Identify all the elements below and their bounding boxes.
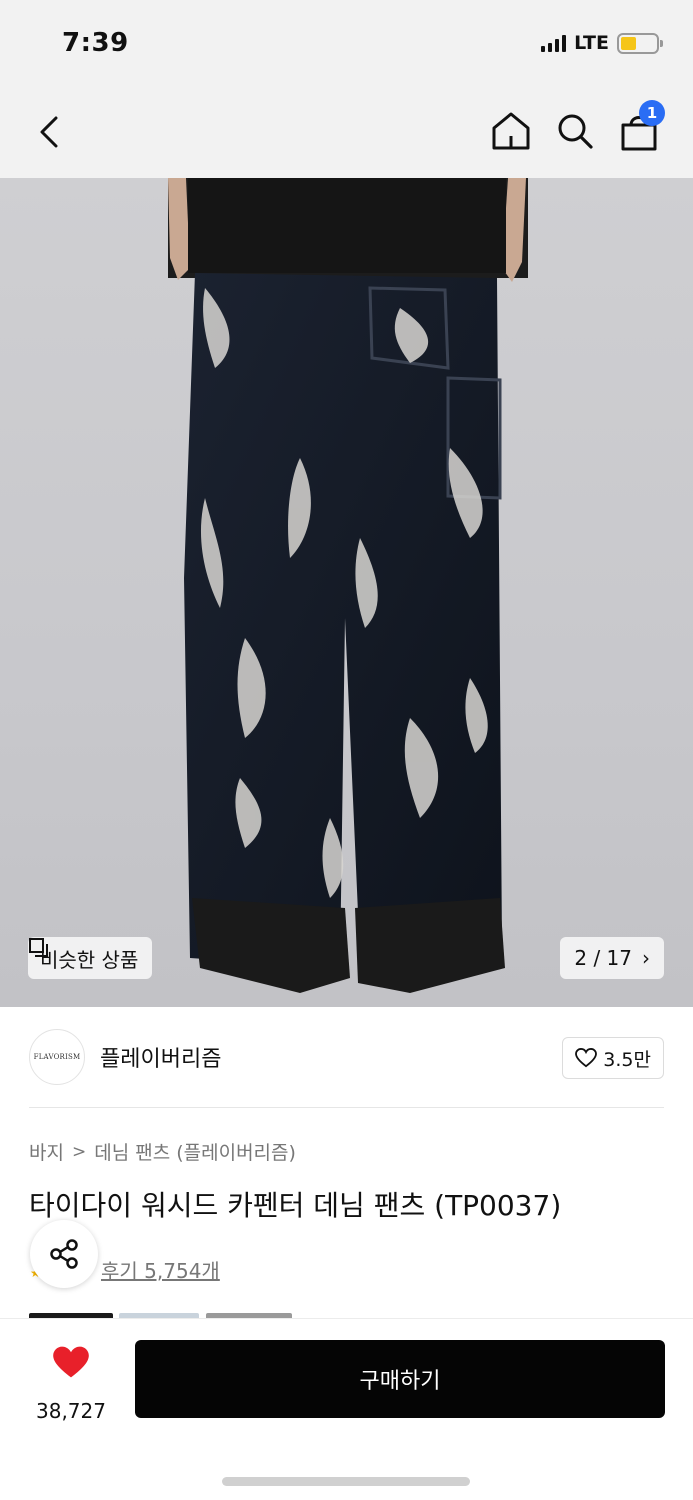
product-title: 타이다이 워시드 카펜터 데님 팬츠 (TP0037) — [29, 1189, 562, 1222]
similar-products-label: 비슷한 상품 — [40, 947, 139, 972]
brand-like-button[interactable]: 3.5만 — [562, 1037, 664, 1079]
divider — [29, 1107, 664, 1108]
breadcrumb-subcategory[interactable]: 데님 팬츠 (플레이버리즘) — [94, 1138, 296, 1165]
brand-logo[interactable]: FLAVORISM — [29, 1029, 85, 1085]
buy-button[interactable]: 구매하기 — [135, 1340, 665, 1418]
share-button[interactable] — [30, 1220, 98, 1288]
home-indicator — [222, 1477, 470, 1486]
similar-products-button[interactable]: 비슷한 상품 — [28, 937, 153, 979]
status-time: 7:39 — [62, 28, 129, 58]
review-link[interactable]: 후기 5,754개 — [101, 1255, 220, 1284]
brand-logo-text: FLAVORISM — [33, 1053, 81, 1061]
breadcrumb-separator-icon: > — [71, 1141, 87, 1162]
heart-outline-icon — [575, 1048, 598, 1068]
home-button[interactable] — [489, 108, 533, 154]
wishlist-count: 38,727 — [36, 1399, 106, 1423]
status-bar: 7:39 LTE — [0, 0, 693, 92]
search-button[interactable] — [553, 108, 597, 154]
heart-filled-icon — [53, 1346, 89, 1378]
chevron-right-icon: › — [642, 946, 650, 970]
battery-icon — [617, 32, 663, 54]
breadcrumb-category[interactable]: 바지 — [29, 1138, 64, 1165]
home-icon — [492, 112, 530, 150]
image-counter-button[interactable]: 2 / 17 › — [560, 937, 664, 979]
wishlist-button[interactable]: 38,727 — [34, 1343, 108, 1433]
buy-button-label: 구매하기 — [359, 1369, 441, 1394]
breadcrumb: 바지 > 데님 팬츠 (플레이버리즘) — [29, 1138, 296, 1165]
brand-name[interactable]: 플레이버리즘 — [100, 1041, 221, 1073]
copy-icon — [29, 938, 48, 957]
product-photo — [168, 178, 528, 993]
bottom-action-bar: 38,727 구매하기 — [0, 1318, 693, 1500]
image-counter: 2 / 17 — [574, 946, 632, 970]
nav-bar: 1 — [0, 92, 693, 178]
search-icon — [558, 114, 593, 149]
network-label: LTE — [574, 32, 609, 54]
back-button[interactable] — [30, 110, 74, 154]
signal-icon — [541, 34, 567, 52]
brand-like-count: 3.5만 — [603, 1048, 651, 1071]
product-image[interactable]: 비슷한 상품 2 / 17 › — [0, 178, 693, 1007]
back-icon — [40, 116, 58, 148]
cart-count-badge: 1 — [639, 100, 665, 126]
status-indicators: LTE — [541, 32, 663, 54]
brand-row: FLAVORISM 플레이버리즘 3.5만 — [0, 1007, 693, 1107]
share-icon — [50, 1239, 78, 1269]
cart-button[interactable]: 1 — [617, 100, 665, 154]
